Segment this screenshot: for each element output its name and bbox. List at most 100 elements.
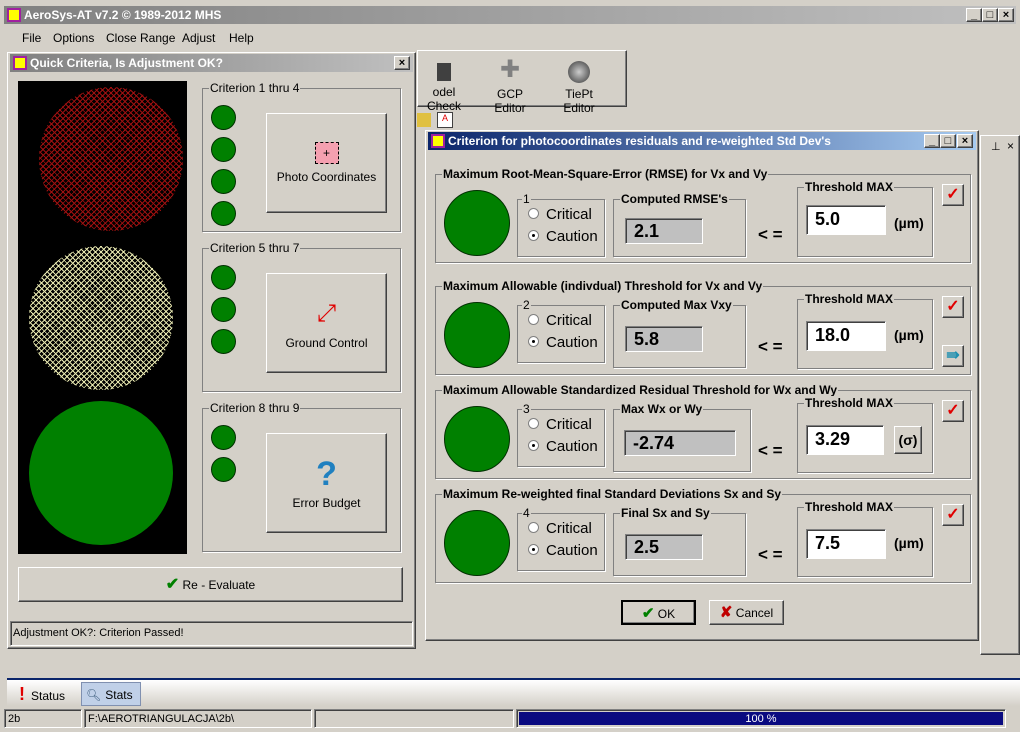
criterion-1-group: Maximum Root-Mean-Square-Error (RMSE) fo…: [435, 167, 971, 263]
computed-value: 5.8: [625, 326, 703, 352]
window-icon: [431, 134, 445, 148]
model-check-icon: [437, 63, 451, 81]
status-dot: [211, 265, 236, 290]
unit-label: (µm): [894, 327, 924, 343]
criterion-group-1: Criterion 1 thru 4 + Photo Coordinates: [202, 81, 401, 232]
severity-group: 3 Critical Caution: [517, 402, 605, 467]
pin-icon[interactable]: ⊥: [991, 140, 1001, 153]
maximize-button[interactable]: □: [982, 8, 998, 22]
less-equal-label: < =: [758, 225, 783, 244]
magnifier-icon: 🔍︎: [86, 688, 102, 702]
criterion-2-group: Maximum Allowable (indivdual) Threshold …: [435, 279, 971, 375]
red-light: [39, 87, 183, 231]
severity-group: 4 Critical Caution: [517, 506, 605, 571]
document-icon: A: [437, 112, 453, 128]
tab-status[interactable]: ! Status: [11, 682, 81, 706]
progress-fill: 100 %: [519, 712, 1003, 725]
close-button[interactable]: ×: [998, 8, 1014, 22]
apply-check-icon[interactable]: ✓: [942, 504, 964, 526]
less-equal-label: < =: [758, 441, 783, 460]
folder-icon: [417, 113, 431, 127]
critical-radio[interactable]: Critical: [528, 206, 592, 223]
dock-close-icon[interactable]: ×: [1007, 139, 1014, 153]
computed-value: 2.1: [625, 218, 703, 244]
status-dot: [211, 105, 236, 130]
severity-group: 1 Critical Caution: [517, 192, 605, 257]
menu-help[interactable]: Help: [229, 28, 254, 48]
traffic-light-panel: [18, 81, 187, 554]
severity-group: 2 Critical Caution: [517, 298, 605, 363]
status-dot: [211, 457, 236, 482]
unit-label: (µm): [894, 535, 924, 551]
question-icon: ?: [316, 455, 337, 493]
caution-radio[interactable]: Caution: [528, 334, 598, 351]
criterion-dialog: Criterion for photocoordinates residuals…: [425, 130, 979, 641]
computed-value: -2.74: [624, 430, 736, 456]
critical-radio[interactable]: Critical: [528, 520, 592, 537]
minimize-button[interactable]: _: [966, 8, 982, 22]
criterion-3-group: Maximum Allowable Standardized Residual …: [435, 383, 971, 479]
threshold-input[interactable]: 18.0: [806, 321, 886, 351]
threshold-group: Threshold MAX 7.5 (µm): [797, 500, 933, 577]
cancel-button[interactable]: ✘ Cancel: [709, 600, 784, 625]
photo-coordinates-button[interactable]: + Photo Coordinates: [266, 113, 387, 213]
status-dot: [211, 297, 236, 322]
menu-bar: File Options Close Range Adjust Help: [4, 28, 1016, 48]
quick-close-button[interactable]: ×: [394, 56, 410, 70]
status-dot: [211, 201, 236, 226]
computed-group: Final Sx and Sy 2.5: [613, 506, 746, 576]
menu-close-range[interactable]: Close Range: [106, 28, 175, 48]
ok-button[interactable]: ✔ OK: [621, 600, 696, 625]
caution-radio[interactable]: Caution: [528, 542, 598, 559]
status-project: 2b: [4, 709, 82, 728]
ground-control-icon: ⤢: [316, 300, 337, 327]
toolbar: odel Check ✚ GCP Editor TiePt Editor: [417, 50, 627, 115]
app-title-bar: AeroSys-AT v7.2 © 1989-2012 MHS _ □ ×: [4, 6, 1016, 24]
criterion-status-light: [444, 510, 510, 576]
threshold-input[interactable]: 3.29: [806, 425, 884, 455]
apply-check-icon[interactable]: ✓: [942, 296, 964, 318]
cancel-x-icon: ✘: [719, 604, 733, 621]
toolbar-tiept-editor[interactable]: TiePt Editor: [548, 57, 610, 115]
quick-status-bar: Adjustment OK?: Criterion Passed!: [10, 621, 413, 646]
threshold-input[interactable]: 5.0: [806, 205, 886, 235]
tab-stats[interactable]: 🔍︎ Stats: [81, 682, 141, 706]
menu-options[interactable]: Options: [53, 28, 94, 48]
quick-criteria-title-bar: Quick Criteria, Is Adjustment OK? ×: [10, 54, 413, 72]
re-evaluate-button[interactable]: ✔ Re - Evaluate: [18, 567, 403, 602]
criterion-status-light: [444, 302, 510, 368]
menu-adjust[interactable]: Adjust: [182, 28, 215, 48]
window-icon: [13, 56, 27, 70]
computed-group: Computed Max Vxy 5.8: [613, 298, 746, 368]
criterion-4-group: Maximum Re-weighted final Standard Devia…: [435, 487, 971, 583]
criterion-dialog-title-bar: Criterion for photocoordinates residuals…: [428, 132, 976, 150]
computed-group: Computed RMSE's 2.1: [613, 192, 746, 257]
error-budget-button[interactable]: ? Error Budget: [266, 433, 387, 533]
threshold-input[interactable]: 7.5: [806, 529, 886, 559]
apply-check-icon[interactable]: ✓: [942, 184, 964, 206]
ground-control-button[interactable]: ⤢ Ground Control: [266, 273, 387, 373]
status-dot: [211, 137, 236, 162]
dialog-close-button[interactable]: ×: [957, 134, 973, 148]
app-title: AeroSys-AT v7.2 © 1989-2012 MHS: [24, 8, 222, 22]
computed-group: Max Wx or Wy -2.74: [613, 402, 751, 472]
less-equal-label: < =: [758, 545, 783, 564]
threshold-group: Threshold MAX 5.0 (µm): [797, 180, 933, 257]
critical-radio[interactable]: Critical: [528, 312, 592, 329]
threshold-group: Threshold MAX 3.29 (σ): [797, 396, 933, 473]
toolbar-gcp-editor[interactable]: ✚ GCP Editor: [482, 57, 538, 116]
export-icon[interactable]: ⇛: [942, 345, 964, 367]
less-equal-label: < =: [758, 337, 783, 356]
critical-radio[interactable]: Critical: [528, 416, 592, 433]
toolbar-model-check[interactable]: odel Check: [418, 59, 470, 113]
dialog-minimize-button[interactable]: _: [924, 134, 940, 148]
computed-value: 2.5: [625, 534, 703, 560]
green-light: [29, 401, 173, 545]
status-empty: [314, 709, 514, 728]
dialog-maximize-button[interactable]: □: [940, 134, 956, 148]
caution-radio[interactable]: Caution: [528, 228, 598, 245]
menu-file[interactable]: File: [22, 28, 41, 48]
apply-check-icon[interactable]: ✓: [942, 400, 964, 422]
caution-radio[interactable]: Caution: [528, 438, 598, 455]
criterion-group-3: Criterion 8 thru 9 ? Error Budget: [202, 401, 401, 552]
